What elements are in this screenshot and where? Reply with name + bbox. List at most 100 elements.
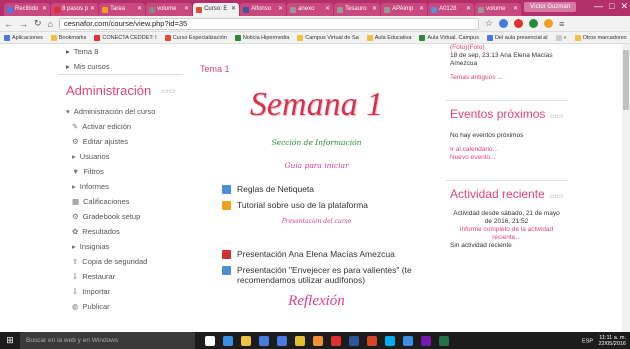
- media-icon[interactable]: [313, 335, 323, 346]
- address-bar[interactable]: cesnafor.com/course/view.php?id=35: [58, 17, 479, 30]
- bookmark-item[interactable]: »: [555, 34, 567, 41]
- language-indicator[interactable]: ESP: [582, 338, 593, 344]
- minimize-icon[interactable]: —: [594, 1, 603, 12]
- file-explorer-icon[interactable]: [241, 335, 251, 346]
- extension-icon[interactable]: [514, 19, 524, 28]
- menu-icon[interactable]: ≡: [559, 19, 564, 29]
- powerpoint-icon[interactable]: [367, 335, 377, 346]
- close-tab-icon[interactable]: ✕: [90, 3, 95, 16]
- clock-date[interactable]: 22/05/2016: [598, 341, 626, 347]
- bookmark-item[interactable]: Aula Virtual. Campus: [419, 34, 479, 41]
- admin-menu-item[interactable]: ▼ Filtros: [58, 164, 183, 179]
- browser-tab[interactable]: Alfonso ✕: [240, 3, 287, 16]
- admin-menu-item[interactable]: ⚙ Gradebook setup: [58, 209, 183, 224]
- edge-icon[interactable]: [223, 335, 233, 346]
- close-tab-icon[interactable]: ✕: [419, 3, 424, 16]
- browser-tab[interactable]: volume ✕: [475, 3, 522, 16]
- admin-menu-item[interactable]: ⇪ Copia de seguridad: [58, 254, 183, 269]
- block-dock-icon[interactable]: ▭▭: [550, 110, 563, 124]
- close-tab-icon[interactable]: ✕: [184, 3, 189, 16]
- admin-item-icon: ▸: [72, 152, 76, 161]
- store-icon[interactable]: [259, 335, 269, 346]
- browser-tab[interactable]: Tarea ✕: [99, 3, 146, 16]
- onenote-icon[interactable]: [421, 335, 431, 346]
- browser-profile-button[interactable]: Víctor Guzmán: [523, 2, 576, 12]
- new-event-link[interactable]: Nuevo evento...: [446, 154, 567, 162]
- bookmark-item[interactable]: Bookmarks: [50, 34, 86, 41]
- resource-link[interactable]: Reglas de Netiqueta: [222, 184, 435, 194]
- block-dock-icon[interactable]: ▭▭: [550, 190, 563, 204]
- admin-menu-item[interactable]: ✿ Resultados: [58, 224, 183, 239]
- bookmark-item[interactable]: Aplicaciones: [4, 34, 43, 41]
- close-tab-icon[interactable]: ✕: [466, 3, 471, 16]
- bookmark-item[interactable]: Aula Educativa: [366, 34, 411, 41]
- admin-menu-item[interactable]: ◍ Publicar: [58, 299, 183, 314]
- skype-icon[interactable]: [385, 335, 395, 346]
- bookmark-item[interactable]: Otros marcadores: [574, 34, 627, 41]
- admin-menu-item[interactable]: ⇩ Importar: [58, 284, 183, 299]
- windows-start-icon[interactable]: ⊞: [0, 332, 20, 349]
- browser-tab[interactable]: 8 pasos p ✕: [51, 3, 99, 16]
- page-scrollbar[interactable]: [622, 44, 630, 332]
- close-icon[interactable]: ✕: [620, 1, 628, 12]
- maximize-icon[interactable]: □: [609, 1, 614, 12]
- resource-link[interactable]: Tutorial sobre uso de la plataforma: [222, 200, 435, 210]
- bookmark-star-icon[interactable]: ☆: [485, 18, 493, 29]
- bookmark-item[interactable]: Curso Especialización: [164, 34, 227, 41]
- mail-icon[interactable]: [277, 335, 287, 346]
- back-arrow-icon[interactable]: ←: [4, 19, 13, 29]
- task-view-icon[interactable]: [205, 335, 215, 346]
- admin-item-icon: ▸: [72, 182, 76, 191]
- calendar-link[interactable]: Ir al calendario...: [446, 146, 567, 154]
- block-dock-icon[interactable]: ▭▭: [162, 87, 175, 95]
- taskbar-search-box[interactable]: Buscar en la web y en Windows: [20, 332, 195, 349]
- browser-tab[interactable]: Curso: E ✕: [193, 3, 240, 16]
- close-tab-icon[interactable]: ✕: [137, 3, 142, 16]
- bookmark-item[interactable]: Del aula presencial al: [486, 34, 548, 41]
- admin-menu-item[interactable]: ▸ Insignias: [58, 239, 183, 254]
- close-tab-icon[interactable]: ✕: [278, 3, 283, 16]
- browser-tab[interactable]: Tesauro ✕: [334, 3, 381, 16]
- extension-icon[interactable]: [544, 19, 554, 28]
- close-tab-icon[interactable]: ✕: [372, 3, 377, 16]
- extension-icon[interactable]: [499, 19, 509, 28]
- older-topics-link[interactable]: Temas antiguos ...: [446, 74, 567, 82]
- browser-tab[interactable]: A0128 ✕: [428, 3, 475, 16]
- close-tab-icon[interactable]: ✕: [42, 3, 47, 16]
- admin-menu-item[interactable]: ▸ Informes: [58, 179, 183, 194]
- admin-menu-item[interactable]: ✎ Activar edición: [58, 119, 183, 134]
- clock-time[interactable]: 11:11 a. m.: [598, 335, 626, 341]
- bookmark-item[interactable]: CONECTA CEDDET: I: [94, 34, 157, 41]
- chrome-icon[interactable]: [295, 335, 305, 346]
- admin-menu-item[interactable]: ▾ Administración del curso: [58, 104, 183, 119]
- resource-link[interactable]: Presentación Ana Elena Macías Amezcua: [222, 249, 435, 259]
- excel-icon[interactable]: [439, 335, 449, 346]
- admin-menu-item[interactable]: ⇩ Restaurar: [58, 269, 183, 284]
- bookmark-item[interactable]: Campus Virtual de Sa: [297, 34, 359, 41]
- word-icon[interactable]: [349, 335, 359, 346]
- close-tab-icon[interactable]: ✕: [325, 3, 330, 16]
- nav-item[interactable]: ▸ Tema 8: [58, 44, 183, 59]
- window-controls: — □ ✕: [594, 1, 628, 12]
- resource-link[interactable]: Presentación "Envejecer es para valiente…: [222, 265, 435, 285]
- home-icon[interactable]: ⌂: [48, 19, 53, 29]
- nav-item[interactable]: ▸ Mis cursos: [58, 59, 183, 74]
- admin-menu-item[interactable]: ⚙ Editar ajustes: [58, 134, 183, 149]
- admin-item-icon: ✎: [72, 122, 79, 131]
- browser-tab[interactable]: anexo ✕: [287, 3, 334, 16]
- forward-arrow-icon[interactable]: →: [19, 19, 28, 29]
- extension-icon[interactable]: [529, 19, 539, 28]
- browser-tab[interactable]: APAimp ✕: [381, 3, 428, 16]
- reload-icon[interactable]: ↻: [34, 18, 42, 29]
- browser-tab[interactable]: volume ✕: [146, 3, 193, 16]
- full-report-link[interactable]: Informe completo de la actividad recient…: [446, 226, 567, 242]
- opera-icon[interactable]: [331, 335, 341, 346]
- close-tab-icon[interactable]: ✕: [231, 3, 236, 16]
- admin-menu-item[interactable]: ▸ Usuarios: [58, 149, 183, 164]
- close-tab-icon[interactable]: ✕: [513, 3, 518, 16]
- scrollbar-thumb[interactable]: [623, 50, 629, 110]
- ie-icon[interactable]: [403, 335, 413, 346]
- bookmark-item[interactable]: Noticia Hipermedia: [234, 34, 289, 41]
- admin-menu-item[interactable]: ▦ Calificaciones: [58, 194, 183, 209]
- browser-tab[interactable]: Recibido ✕: [4, 3, 50, 16]
